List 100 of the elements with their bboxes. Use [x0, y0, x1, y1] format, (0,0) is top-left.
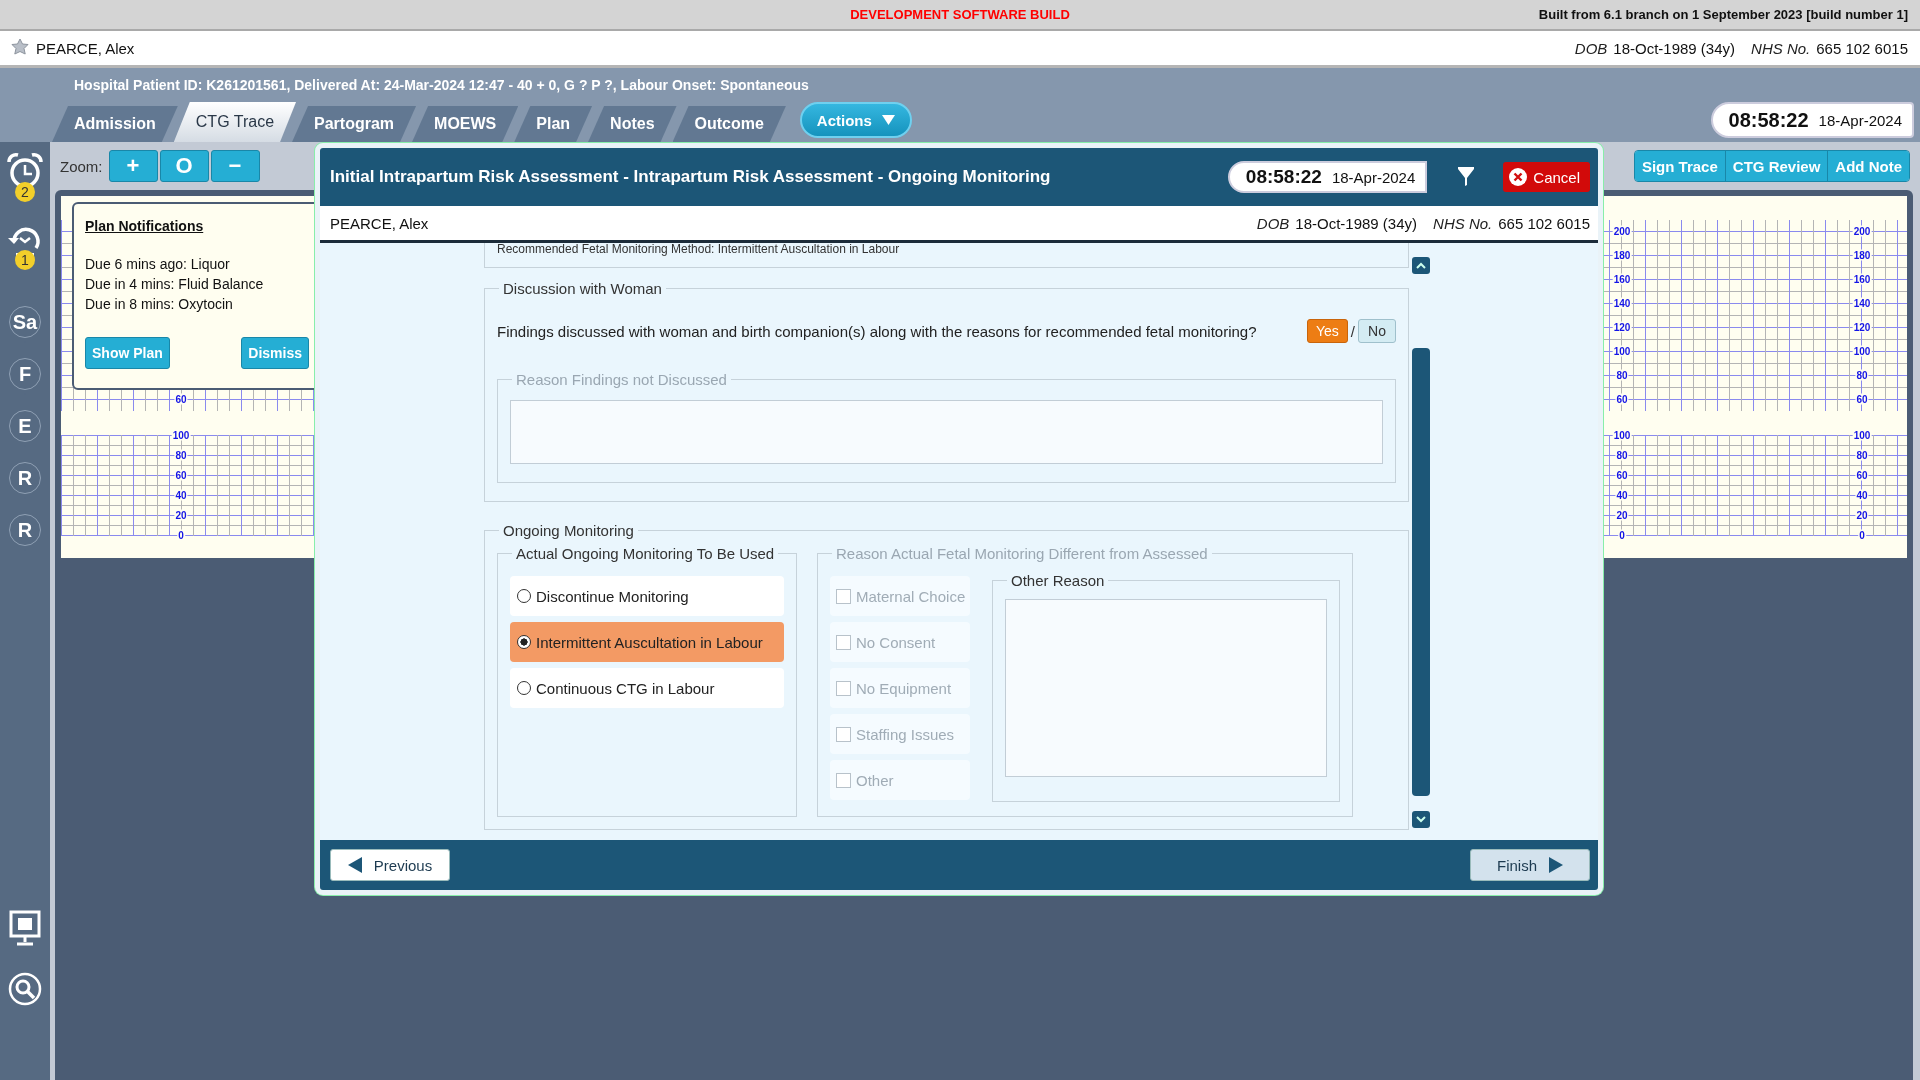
clock-date: 18-Apr-2024 [1818, 111, 1902, 129]
scroll-down-button[interactable] [1412, 811, 1430, 828]
patient-name: PEARCE, Alex [36, 39, 135, 57]
axis-tick-label: 180 [1612, 249, 1632, 261]
axis-tick-label: 140 [1852, 297, 1872, 309]
section-link[interactable]: R [9, 462, 41, 494]
cancel-button[interactable]: Cancel [1503, 162, 1590, 192]
scroll-up-button[interactable] [1412, 257, 1430, 274]
axis-tick-label: 140 [1612, 297, 1632, 309]
actions-button[interactable]: Actions [799, 102, 912, 138]
zoom-button[interactable]: O [159, 150, 209, 182]
axis-tick-label: 60 [174, 469, 188, 481]
monitor-icon[interactable] [9, 910, 41, 946]
episode-info: Hospital Patient ID: K261201561, Delivered At: 24-Mar-2024 12:47 - 40 + 0, G ? P ?, Labour Onset: Spontaneous [73, 76, 810, 95]
axis-tick-label: 160 [1852, 273, 1872, 285]
dob-value: 18-Oct-1989 (34y) [1613, 39, 1736, 57]
dismiss-button[interactable]: Dismiss [241, 337, 309, 369]
popup-title: Plan Notifications [85, 218, 205, 234]
group-legend: Other Reason [1007, 572, 1109, 589]
section-link[interactable]: R [9, 514, 41, 546]
axis-tick-label: 120 [1612, 321, 1632, 333]
finish-button[interactable]: Finish [1470, 849, 1590, 881]
trace-action-button[interactable]: Sign Trace [1634, 151, 1725, 181]
patient-name: PEARCE, Alex [330, 214, 429, 232]
scrollbar-thumb[interactable] [1412, 348, 1430, 796]
axis-tick-label: 80 [1855, 449, 1869, 461]
axis-tick-label: 60 [1615, 393, 1629, 405]
caret-icon [881, 115, 895, 125]
radio-option[interactable]: Intermittent Auscultation in Labour [510, 622, 784, 662]
axis-tick-label: 60 [1855, 469, 1869, 481]
axis-tick-label: 120 [1852, 321, 1872, 333]
tab[interactable]: Outcome [672, 106, 786, 142]
notification-count: 1 [15, 250, 35, 270]
trace-action-button[interactable]: CTG Review [1724, 151, 1828, 181]
axis-tick-label: 60 [174, 393, 188, 405]
filter-icon[interactable] [1457, 167, 1476, 187]
clock-time: 08:58:22 [1245, 166, 1322, 188]
answer-toggle[interactable]: Yes [1307, 319, 1348, 343]
axis-tick-label: 60 [1855, 393, 1869, 405]
close-icon [1509, 168, 1528, 186]
axis-tick-label: 200 [1612, 225, 1632, 237]
search-icon[interactable] [8, 972, 42, 1006]
separator-text: / [1350, 322, 1355, 340]
axis-tick-label: 80 [1615, 369, 1629, 381]
axis-tick-label: 0 [177, 529, 185, 541]
tab[interactable]: MOEWS [412, 106, 519, 142]
tab[interactable]: Plan [514, 106, 593, 142]
section-link[interactable]: E [9, 410, 41, 442]
section-legend: Ongoing Monitoring [499, 522, 638, 539]
notification-text: Due in 8 mins: Oxytocin [85, 295, 234, 314]
chevron-down-icon [1416, 816, 1426, 823]
nhs-value: 665 102 6015 [1498, 214, 1590, 232]
dialog-title: Initial Intrapartum Risk Assessment - Intrapartum Risk Assessment - Ongoing Monitoring [330, 167, 1051, 187]
radio-option[interactable]: Continuous CTG in Labour [510, 668, 784, 708]
axis-tick-label: 0 [1858, 529, 1866, 541]
section-link[interactable]: F [9, 358, 41, 390]
axis-tick-label: 80 [174, 449, 188, 461]
zoom-button[interactable]: + [108, 150, 158, 182]
radio-option[interactable]: Discontinue Monitoring [510, 576, 784, 616]
axis-tick-label: 80 [1855, 369, 1869, 381]
tab[interactable]: Admission [52, 106, 178, 142]
axis-tick-label: 100 [171, 429, 191, 441]
tab[interactable]: Notes [588, 106, 677, 142]
axis-tick-label: 160 [1612, 273, 1632, 285]
axis-tick-label: 80 [1615, 449, 1629, 461]
axis-tick-label: 40 [1855, 489, 1869, 501]
axis-tick-label: 0 [1618, 529, 1626, 541]
axis-tick-label: 100 [1852, 429, 1872, 441]
build-warning: DEVELOPMENT SOFTWARE BUILD [850, 7, 1070, 22]
axis-tick-label: 60 [1615, 469, 1629, 481]
notification-text: Due in 4 mins: Fluid Balance [85, 275, 265, 294]
zoom-button[interactable]: − [210, 150, 260, 182]
nhs-value: 665 102 6015 [1816, 39, 1908, 57]
clock-time: 08:58:22 [1728, 108, 1809, 132]
axis-tick-label: 20 [174, 509, 188, 521]
zoom-label: Zoom: [60, 157, 103, 175]
axis-tick-label: 40 [174, 489, 188, 501]
left-triangle-icon [347, 857, 362, 873]
tab[interactable]: CTG Trace [173, 102, 297, 142]
recommended-method: Recommended Fetal Monitoring Method: Intermittent Auscultation in Labour [497, 243, 900, 256]
previous-button[interactable]: Previous [330, 849, 450, 881]
axis-tick-label: 180 [1852, 249, 1872, 261]
axis-tick-label: 200 [1852, 225, 1872, 237]
dob-value: 18-Oct-1989 (34y) [1295, 214, 1418, 232]
clock-date: 18-Apr-2024 [1331, 168, 1416, 186]
answer-toggle[interactable]: No [1358, 319, 1396, 343]
axis-tick-label: 100 [1852, 345, 1872, 357]
build-info: Built from 6.1 branch on 1 September 2023 [build number 1] [1538, 7, 1908, 22]
trace-action-button[interactable]: Add Note [1827, 151, 1909, 181]
section-link[interactable]: Sa [9, 306, 41, 338]
tab[interactable]: Partogram [292, 106, 417, 142]
question-text: Findings discussed with woman and birth companion(s) along with the reasons for recommended fetal monitoring? [497, 322, 1258, 340]
axis-tick-label: 20 [1855, 509, 1869, 521]
notification-text: Due 6 mins ago: Liquor [85, 255, 231, 274]
notification-count: 2 [15, 182, 35, 202]
show-plan-button[interactable]: Show Plan [85, 337, 170, 369]
group-legend: Reason Actual Fetal Monitoring Different from Assessed [832, 545, 1212, 562]
axis-tick-label: 40 [1615, 489, 1629, 501]
axis-tick-label: 100 [1612, 345, 1632, 357]
dob-label: DOB [1574, 39, 1608, 57]
